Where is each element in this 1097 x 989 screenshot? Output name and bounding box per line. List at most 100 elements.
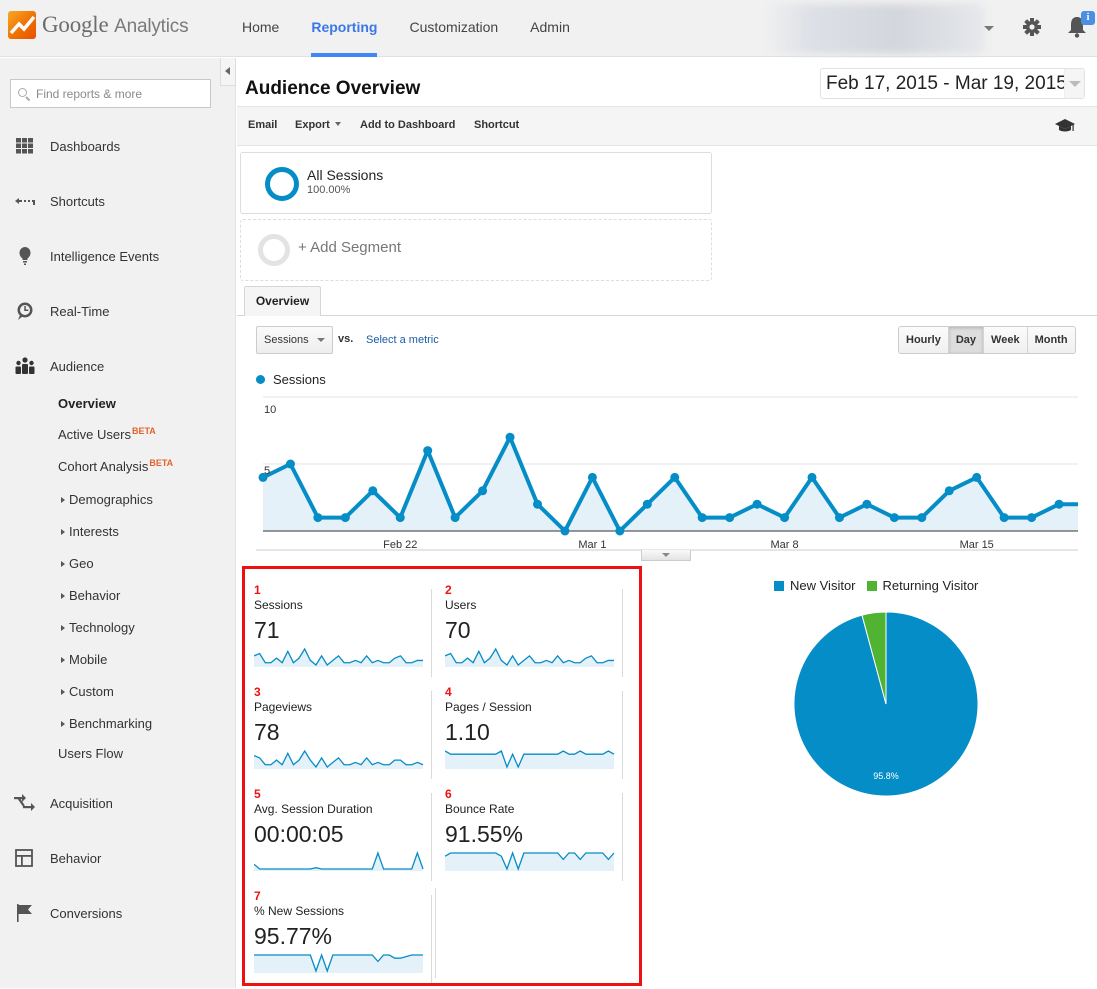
scorecard--new-sessions[interactable]: 7% New Sessions 95.77% — [237, 889, 432, 989]
select-metric-link[interactable]: Select a metric — [366, 334, 439, 346]
subitem-label: Technology — [69, 620, 135, 635]
data-point-feb-23[interactable] — [423, 446, 433, 456]
sidebar-subitem-active-users[interactable]: Active UsersBETA — [58, 426, 156, 442]
nav-home[interactable]: Home — [226, 0, 295, 57]
nav-admin[interactable]: Admin — [514, 0, 586, 57]
data-point-feb-21[interactable] — [368, 486, 378, 496]
data-point-mar-3[interactable] — [642, 499, 652, 509]
notification-badge[interactable]: i — [1081, 11, 1095, 25]
sidebar-item-audience[interactable]: Audience — [0, 351, 236, 381]
data-point-mar-10[interactable] — [834, 513, 844, 523]
date-range-caret-icon[interactable] — [1064, 69, 1084, 98]
data-point-mar-4[interactable] — [670, 472, 680, 482]
sidebar-subitem-technology[interactable]: Technology — [61, 620, 135, 635]
sidebar-item-real-time[interactable]: Real-Time — [0, 296, 236, 326]
metric-select-dropdown[interactable]: Sessions — [256, 326, 333, 354]
data-point-feb-26[interactable] — [505, 432, 515, 442]
sidebar-item-behavior[interactable]: Behavior — [0, 843, 236, 873]
export-button[interactable]: Export — [295, 119, 341, 131]
nav-customization[interactable]: Customization — [393, 0, 514, 57]
sidebar-subitem-demographics[interactable]: Demographics — [61, 492, 153, 507]
data-point-mar-17[interactable] — [1027, 513, 1037, 523]
y-tick-label: 10 — [264, 404, 276, 416]
chart-expand-handle[interactable] — [641, 550, 691, 561]
data-point-mar-7[interactable] — [752, 499, 762, 509]
data-point-feb-20[interactable] — [340, 513, 350, 523]
sidebar-subitem-interests[interactable]: Interests — [61, 524, 119, 539]
add-segment-button[interactable]: + Add Segment — [298, 239, 401, 256]
add-segment-box[interactable]: + Add Segment — [240, 219, 712, 281]
scorecard-name: Pageviews — [254, 700, 313, 714]
google-analytics-logo[interactable]: Google Analytics — [8, 11, 189, 39]
data-point-mar-8[interactable] — [780, 513, 790, 523]
tab-overview[interactable]: Overview — [244, 286, 321, 316]
data-point-mar-14[interactable] — [944, 486, 954, 496]
shortcut-button[interactable]: Shortcut — [474, 119, 519, 131]
date-range-picker[interactable]: Feb 17, 2015 - Mar 19, 2015 — [820, 68, 1085, 99]
sidebar-subitem-behavior[interactable]: Behavior — [61, 588, 120, 603]
account-dropdown-caret-icon[interactable] — [984, 26, 994, 31]
data-point-mar-6[interactable] — [725, 513, 735, 523]
visitor-type-pie-chart[interactable]: 95.8% — [793, 611, 979, 797]
sidebar: Dashboards Shortcuts Intelligence Events… — [0, 58, 236, 988]
granularity-month[interactable]: Month — [1027, 327, 1075, 353]
data-point-mar-18[interactable] — [1054, 499, 1064, 509]
find-reports-search[interactable] — [10, 79, 211, 108]
legend-new-visitor[interactable]: New Visitor — [774, 578, 856, 593]
granularity-day[interactable]: Day — [948, 327, 985, 353]
data-point-feb-28[interactable] — [560, 526, 570, 536]
data-point-feb-25[interactable] — [478, 486, 488, 496]
sidebar-subitem-users-flow[interactable]: Users Flow — [58, 746, 123, 761]
data-point-mar-5[interactable] — [697, 513, 707, 523]
scorecard-divider — [622, 691, 623, 779]
data-point-mar-2[interactable] — [615, 526, 625, 536]
sidebar-item-dashboards[interactable]: Dashboards — [0, 131, 236, 161]
sidebar-subitem-custom[interactable]: Custom — [61, 684, 114, 699]
granularity-week[interactable]: Week — [984, 327, 1028, 353]
data-point-mar-9[interactable] — [807, 472, 817, 482]
data-point-mar-12[interactable] — [889, 513, 899, 523]
sparkline-fill — [445, 853, 614, 871]
sessions-line-chart[interactable]: Feb 22 Mar 1 Mar 8 Mar 15 5 10 — [256, 393, 1078, 553]
add-to-dashboard-button[interactable]: Add to Dashboard — [360, 119, 455, 131]
search-input[interactable] — [36, 86, 206, 101]
scorecard-pageviews[interactable]: 3 Pageviews 78 — [237, 685, 432, 785]
scorecard-users[interactable]: 2 Users 70 — [428, 583, 623, 683]
x-tick-label: Feb 22 — [383, 539, 417, 551]
sidebar-subitem-cohort-analysis[interactable]: Cohort AnalysisBETA — [58, 458, 173, 474]
sidebar-item-intelligence-events[interactable]: Intelligence Events — [0, 241, 236, 271]
account-selector-redacted[interactable] — [765, 4, 985, 54]
gear-icon[interactable] — [1022, 17, 1042, 37]
data-point-mar-1[interactable] — [587, 472, 597, 482]
data-point-feb-18[interactable] — [285, 459, 295, 469]
legend-returning-visitor[interactable]: Returning Visitor — [866, 578, 978, 593]
sidebar-subitem-geo[interactable]: Geo — [61, 556, 94, 571]
sidebar-subitem-overview[interactable]: Overview — [58, 396, 116, 411]
scorecard-sessions[interactable]: 1 Sessions 71 — [237, 583, 432, 683]
segment-all-sessions[interactable]: All Sessions 100.00% — [240, 152, 712, 214]
granularity-hourly[interactable]: Hourly — [899, 327, 949, 353]
subitem-label: Overview — [58, 396, 116, 411]
scorecard-pages-session[interactable]: 4 Pages / Session 1.10 — [428, 685, 623, 785]
graduation-cap-icon[interactable] — [1054, 118, 1076, 134]
sidebar-item-acquisition[interactable]: Acquisition — [0, 788, 236, 818]
data-point-feb-22[interactable] — [395, 513, 405, 523]
nav-reporting[interactable]: Reporting — [295, 0, 393, 57]
scorecard-bounce-rate[interactable]: 6 Bounce Rate 91.55% — [428, 787, 623, 887]
data-point-feb-19[interactable] — [313, 513, 323, 523]
scorecard-avg-session-duration[interactable]: 5 Avg. Session Duration 00:00:05 — [237, 787, 432, 887]
data-point-mar-15[interactable] — [972, 472, 982, 482]
data-point-feb-27[interactable] — [533, 499, 542, 509]
data-point-feb-24[interactable] — [450, 513, 460, 523]
data-point-mar-11[interactable] — [862, 499, 872, 509]
sidebar-label: Shortcuts — [50, 193, 105, 209]
sidebar-item-conversions[interactable]: Conversions — [0, 898, 236, 928]
metric-select-value: Sessions — [264, 334, 309, 346]
data-point-mar-13[interactable] — [917, 513, 927, 523]
collapse-sidebar-button[interactable] — [220, 58, 236, 86]
sidebar-item-shortcuts[interactable]: Shortcuts — [0, 186, 236, 216]
data-point-mar-16[interactable] — [999, 513, 1009, 523]
email-button[interactable]: Email — [248, 119, 277, 131]
sidebar-subitem-mobile[interactable]: Mobile — [61, 652, 107, 667]
sidebar-subitem-benchmarking[interactable]: Benchmarking — [61, 716, 152, 731]
